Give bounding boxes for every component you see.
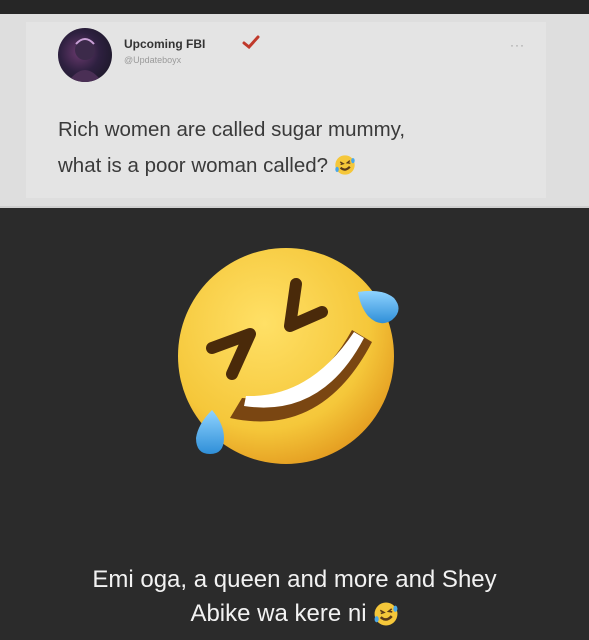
rolling-on-floor-laughing-emoji [335,155,355,175]
author-handle: @Updateboyx [124,55,182,65]
author-name: Upcoming FBI [124,37,206,51]
tweet-text-line1: Rich women are called sugar mummy, [58,118,406,141]
caption-line1: Emi oga, a queen and more and Shey [92,566,497,593]
rolling-on-floor-laughing-emoji [178,248,399,464]
tweet-text: Rich women are called sugar mummy, what … [58,112,538,184]
avatar [58,28,112,82]
caption-line2: Abike wa kere ni [190,600,367,627]
check-icon [242,35,260,49]
rolling-on-floor-laughing-emoji [374,602,397,626]
more-options-icon[interactable]: ··· [510,38,525,52]
tweet-text-line2: what is a poor woman called? [58,154,329,177]
top-strip [0,0,589,14]
story-caption: Emi oga, a queen and more and Shey Abike… [0,563,589,631]
